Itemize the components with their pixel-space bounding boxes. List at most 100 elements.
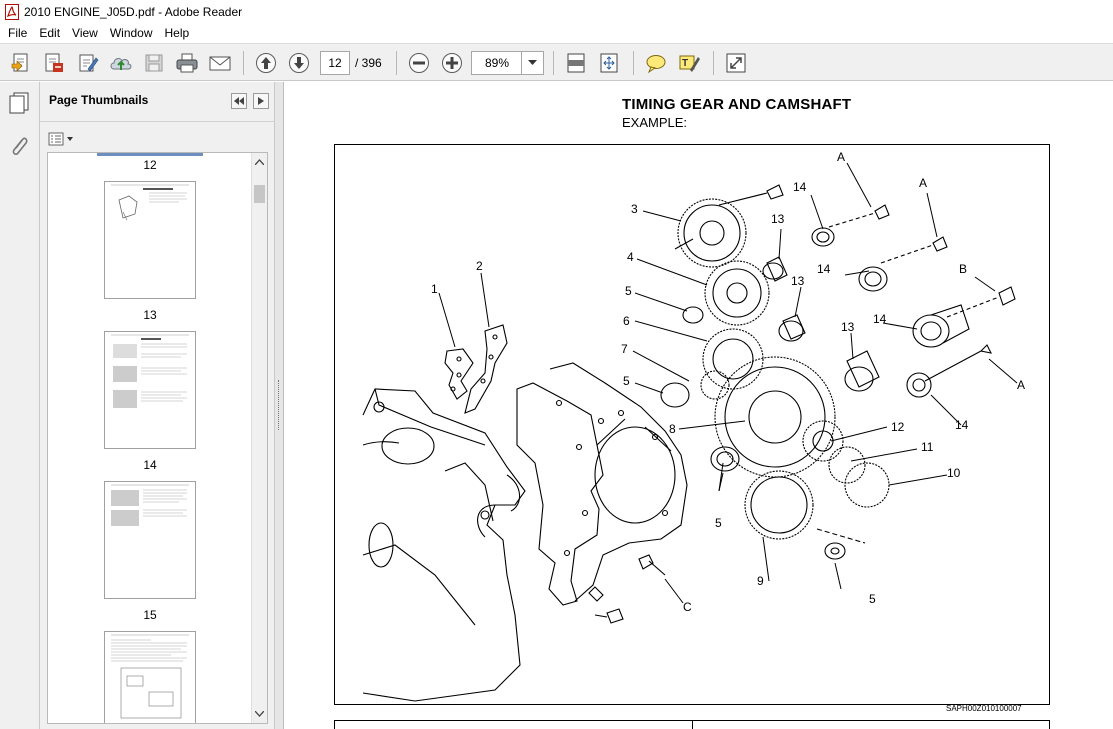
svg-text:T: T: [682, 58, 688, 69]
callout-label: 6: [623, 314, 630, 328]
callout-label: 14: [817, 262, 831, 276]
page-subtitle: EXAMPLE:: [622, 115, 688, 130]
callout-label: 9: [757, 574, 764, 588]
fullscreen-button[interactable]: [723, 50, 749, 76]
previous-page-icon: [256, 53, 276, 73]
callout-label: 14: [793, 180, 807, 194]
next-page-button[interactable]: [286, 50, 312, 76]
callout-label: 13: [841, 320, 855, 334]
highlight-icon: T: [679, 55, 700, 72]
callout-label: 11: [921, 440, 934, 454]
page-number-input[interactable]: 12: [320, 51, 350, 75]
previous-page-button[interactable]: [253, 50, 279, 76]
sign-icon: [79, 54, 99, 72]
create-pdf-button[interactable]: [8, 50, 34, 76]
callout-label: 5: [623, 374, 630, 388]
email-icon: [209, 56, 231, 71]
save-icon: [145, 54, 163, 72]
thumbnail-preview: [111, 184, 189, 221]
page-total: / 396: [355, 56, 382, 70]
page-thumbnail[interactable]: [104, 481, 196, 599]
page-title: TIMING GEAR AND CAMSHAFT: [622, 96, 852, 113]
page-thumbnail[interactable]: [104, 181, 196, 299]
menu-window[interactable]: Window: [104, 23, 159, 43]
callout-label: 10: [947, 466, 961, 480]
expand-panel-button[interactable]: [253, 93, 269, 109]
scroll-down-icon: [255, 711, 264, 717]
fit-page-icon: [567, 53, 585, 73]
page-thumbnail[interactable]: [104, 631, 196, 723]
callout-label: 2: [476, 259, 483, 273]
comment-icon: [646, 55, 666, 74]
chevron-right-icon: [258, 97, 264, 105]
zoom-dropdown-button[interactable]: [521, 52, 543, 74]
callout-label: 3: [631, 202, 638, 216]
timing-gear-illustration: 1 2 3 4 5 6 7 5 8 5 9 5 10 11 12 13 13 1…: [362, 150, 1025, 702]
panel-title: Page Thumbnails: [49, 93, 149, 107]
highlight-button[interactable]: T: [676, 50, 702, 76]
callout-label: 8: [669, 422, 676, 436]
callout-label: 5: [715, 516, 722, 530]
zoom-select[interactable]: 89%: [471, 51, 544, 75]
print-icon: [176, 53, 198, 73]
collapse-panel-button[interactable]: [231, 93, 247, 109]
menu-edit[interactable]: Edit: [33, 23, 66, 43]
callout-label: 14: [873, 312, 887, 326]
scrollbar-thumb[interactable]: [254, 185, 265, 203]
scroll-up-icon: [255, 159, 264, 165]
double-chevron-left-icon: [234, 97, 244, 105]
paperclip-icon: [12, 137, 28, 156]
callout-label: A: [919, 176, 927, 190]
fit-width-icon: [600, 53, 618, 73]
upload-icon: [110, 58, 132, 70]
panel-splitter[interactable]: [275, 82, 284, 729]
save-button[interactable]: [141, 50, 167, 76]
attachments-tab[interactable]: [8, 134, 30, 161]
upload-button[interactable]: [108, 50, 134, 76]
thumbnail-options-button[interactable]: [48, 130, 76, 148]
title-bar: 2010 ENGINE_J05D.pdf - Adobe Reader: [0, 0, 1113, 23]
zoom-out-icon: [409, 53, 429, 73]
thumbnail-label: 15: [143, 608, 157, 622]
callout-label: B: [959, 262, 967, 276]
comment-button[interactable]: [643, 50, 669, 76]
callout-label: 5: [625, 284, 632, 298]
thumbnails-panel: Page Thumbnails 12 13 14 15: [40, 82, 275, 729]
thumbnail-list: 12 13 14 15: [47, 152, 268, 724]
pdf-file-icon: [5, 3, 19, 20]
callout-label: 1: [431, 282, 438, 296]
email-button[interactable]: [207, 50, 233, 76]
menu-help[interactable]: Help: [159, 23, 196, 43]
chevron-down-icon: [528, 60, 537, 65]
menu-bar: File Edit View Window Help: [0, 23, 1113, 43]
zoom-value[interactable]: 89%: [472, 52, 522, 74]
page-thumbnail[interactable]: [104, 331, 196, 449]
zoom-in-icon: [442, 53, 462, 73]
print-button[interactable]: [174, 50, 200, 76]
create-pdf-icon: [11, 53, 28, 72]
figure-code: SAPH00Z010100007: [946, 704, 1022, 713]
next-page-icon: [289, 53, 309, 73]
panel-header: Page Thumbnails: [40, 82, 275, 122]
thumbnail-preview: [111, 634, 189, 719]
callout-label: 14: [955, 418, 969, 432]
callout-label: 12: [891, 420, 905, 434]
toolbar: 12 / 396 89% T: [0, 43, 1113, 81]
options-list-icon: [48, 132, 73, 146]
thumbnail-label: 13: [143, 308, 157, 322]
thumbnail-label: 14: [143, 458, 157, 472]
thumbnail-scrollbar[interactable]: [251, 153, 267, 723]
thumbnail-preview: [111, 334, 189, 408]
zoom-in-button[interactable]: [439, 50, 465, 76]
fit-width-button[interactable]: [596, 50, 622, 76]
convert-button[interactable]: [41, 50, 67, 76]
page-thumbnails-tab[interactable]: [7, 91, 31, 118]
document-view[interactable]: TIMING GEAR AND CAMSHAFT EXAMPLE: 1 2 3 …: [284, 82, 1113, 729]
zoom-out-button[interactable]: [406, 50, 432, 76]
pages-icon: [9, 92, 29, 114]
fit-page-button[interactable]: [563, 50, 589, 76]
callout-label: 4: [627, 250, 634, 264]
menu-view[interactable]: View: [66, 23, 104, 43]
menu-file[interactable]: File: [2, 23, 33, 43]
sign-button[interactable]: [75, 50, 101, 76]
